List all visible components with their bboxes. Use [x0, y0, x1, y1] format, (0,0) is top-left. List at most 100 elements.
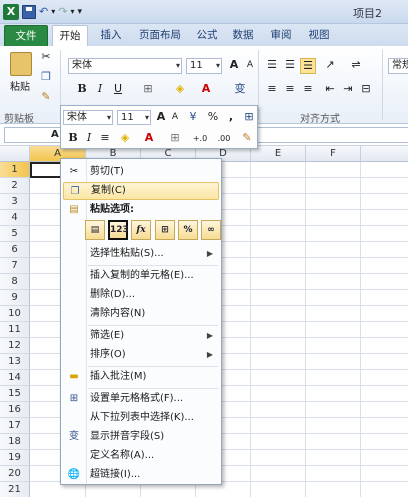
menu-item-phonetic[interactable]: 变显示拼音字段(S)	[63, 428, 219, 446]
font-color-icon[interactable]: A	[198, 82, 214, 98]
mini-font-color-icon[interactable]: A	[141, 131, 157, 147]
paste-icon[interactable]	[10, 52, 32, 76]
mini-italic-button[interactable]: I	[81, 131, 97, 147]
shrink-font-icon[interactable]: A	[242, 58, 258, 74]
wrap-text-icon[interactable]: ⇌	[348, 58, 364, 74]
row-header[interactable]: 13	[0, 354, 30, 370]
row-header[interactable]: 11	[0, 322, 30, 338]
fill-color-icon[interactable]: ◈	[172, 82, 188, 98]
increase-indent-icon[interactable]: ⇥	[340, 82, 356, 98]
mini-center-icon[interactable]: ≡	[97, 131, 113, 147]
tab-formulas[interactable]: 公式	[192, 25, 222, 46]
paste-option-paste[interactable]: ▤	[85, 220, 105, 240]
mini-font-name-select[interactable]: 宋体 ▾	[63, 110, 113, 125]
paste-label[interactable]: 粘贴	[10, 78, 30, 93]
save-icon[interactable]	[22, 5, 36, 19]
phonetic-icon[interactable]: 变	[232, 82, 248, 98]
menu-item-cut[interactable]: ✂ 剪切(T)	[63, 163, 219, 181]
column-header[interactable]: E	[251, 146, 306, 162]
row-header[interactable]: 21	[0, 482, 30, 497]
row-header[interactable]: 10	[0, 306, 30, 322]
align-left-icon[interactable]: ≡	[264, 82, 280, 98]
row-header[interactable]: 4	[0, 210, 30, 226]
borders-icon[interactable]: ⊞	[140, 82, 156, 98]
align-center-icon[interactable]: ≡	[282, 82, 298, 98]
mini-decrease-decimal-button[interactable]: .00	[213, 132, 235, 148]
row-header[interactable]: 3	[0, 194, 30, 210]
align-middle-icon[interactable]: ☰	[282, 58, 298, 74]
decrease-indent-icon[interactable]: ⇤	[322, 82, 338, 98]
menu-item-hyperlink[interactable]: 🌐 超链接(I)...	[63, 466, 219, 484]
cut-icon[interactable]: ✂	[38, 50, 54, 66]
tab-home[interactable]: 开始	[52, 25, 88, 46]
formula-input[interactable]	[250, 127, 408, 143]
row-header[interactable]: 8	[0, 274, 30, 290]
mini-format-painter-icon[interactable]: ✎	[239, 131, 255, 147]
menu-item-filter[interactable]: 筛选(E) ▶	[63, 327, 219, 345]
mini-font-size-select[interactable]: 11 ▾	[117, 110, 151, 125]
align-top-icon[interactable]: ☰	[264, 58, 280, 74]
row-header[interactable]: 9	[0, 290, 30, 306]
select-all-corner[interactable]	[0, 146, 30, 162]
customize-qat-icon[interactable]: ▾	[77, 4, 82, 20]
undo-dropdown-icon[interactable]: ▾	[51, 4, 55, 20]
paste-option-formatting[interactable]: %	[178, 220, 198, 240]
menu-item-copy[interactable]: ❐ 复制(C)	[63, 182, 219, 200]
row-header[interactable]: 5	[0, 226, 30, 242]
menu-item-sort[interactable]: 排序(O) ▶	[63, 346, 219, 364]
mini-format-cells-icon[interactable]: ⊞	[241, 110, 257, 126]
mini-increase-decimal-button[interactable]: +.0	[189, 132, 211, 148]
orientation-icon[interactable]: ↗	[322, 58, 338, 74]
number-format-select[interactable]: 常规	[388, 58, 408, 74]
paste-option-link[interactable]: ∞	[201, 220, 221, 240]
row-header[interactable]: 12	[0, 338, 30, 354]
menu-item-insert-comment[interactable]: ▬ 插入批注(M)	[63, 368, 219, 386]
tab-review[interactable]: 审阅	[266, 25, 296, 46]
italic-button[interactable]: I	[92, 82, 108, 98]
paste-option-values[interactable]: 123	[108, 220, 129, 240]
merge-center-icon[interactable]: ⊟	[358, 82, 374, 98]
align-bottom-icon[interactable]: ☰	[300, 58, 316, 74]
row-header[interactable]: 15	[0, 386, 30, 402]
undo-icon[interactable]: ↶	[39, 4, 48, 20]
row-header[interactable]: 14	[0, 370, 30, 386]
mini-borders-icon[interactable]: ⊞	[167, 131, 183, 147]
name-box[interactable]: A1	[4, 127, 66, 143]
mini-number-format-icon[interactable]: ¥	[185, 110, 201, 126]
grow-font-icon[interactable]: A	[226, 58, 242, 74]
tab-insert[interactable]: 插入	[94, 25, 128, 46]
row-header[interactable]: 18	[0, 434, 30, 450]
row-header[interactable]: 19	[0, 450, 30, 466]
redo-icon[interactable]: ↷	[58, 4, 67, 20]
tab-page-layout[interactable]: 页面布局	[134, 25, 186, 46]
copy-icon[interactable]: ❐	[38, 70, 54, 86]
excel-logo-icon[interactable]: X	[3, 4, 19, 20]
row-header[interactable]: 20	[0, 466, 30, 482]
menu-item-clear[interactable]: 清除内容(N)	[63, 305, 219, 323]
menu-item-format-cells[interactable]: ⊞ 设置单元格格式(F)...	[63, 390, 219, 408]
menu-item-insert-copied[interactable]: 插入复制的单元格(E)...	[63, 267, 219, 285]
redo-dropdown-icon[interactable]: ▾	[70, 4, 74, 20]
row-header[interactable]: 2	[0, 178, 30, 194]
paste-option-transpose[interactable]: ⊞	[155, 220, 175, 240]
menu-item-delete[interactable]: 删除(D)...	[63, 286, 219, 304]
paste-option-formulas[interactable]: fx	[131, 220, 151, 240]
column-header[interactable]: F	[306, 146, 361, 162]
underline-button[interactable]: U	[110, 82, 126, 98]
tab-file[interactable]: 文件	[4, 25, 48, 46]
row-header[interactable]: 6	[0, 242, 30, 258]
mini-bold-button[interactable]: B	[65, 131, 81, 147]
row-header[interactable]: 17	[0, 418, 30, 434]
mini-percent-button[interactable]: %	[205, 110, 221, 126]
menu-item-paste-special[interactable]: 选择性粘贴(S)... ▶	[63, 245, 219, 263]
format-painter-icon[interactable]: ✎	[38, 90, 54, 106]
font-size-select[interactable]: 11 ▾	[186, 58, 222, 74]
mini-comma-button[interactable]: ,	[223, 110, 239, 126]
column-header[interactable]	[361, 146, 408, 162]
menu-item-pick-list[interactable]: 从下拉列表中选择(K)...	[63, 409, 219, 427]
mini-shrink-font-icon[interactable]: A	[167, 110, 183, 126]
menu-item-define-name[interactable]: 定义名称(A)...	[63, 447, 219, 465]
tab-view[interactable]: 视图	[304, 25, 334, 46]
mini-fill-color-icon[interactable]: ◈	[117, 131, 133, 147]
row-header[interactable]: 1	[0, 162, 30, 178]
